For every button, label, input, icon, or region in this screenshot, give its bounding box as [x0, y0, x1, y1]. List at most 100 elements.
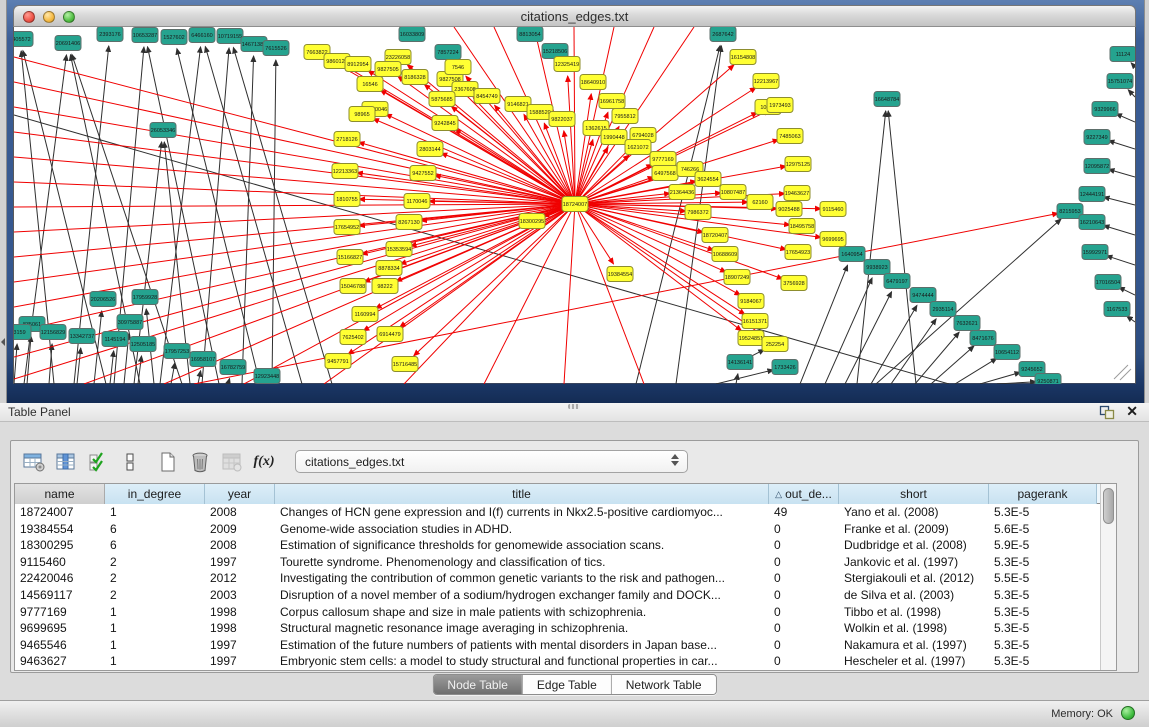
table-row[interactable]: 1938455462009Genome-wide association stu… [15, 521, 1116, 538]
graph-node[interactable]: 1167533 [1104, 302, 1130, 317]
graph-node[interactable]: 15046788 [340, 279, 366, 294]
graph-node[interactable]: 8813054 [517, 27, 543, 42]
graph-node[interactable]: 1527602 [161, 30, 187, 45]
graph-node[interactable]: 16648784 [874, 92, 900, 107]
graph-node[interactable]: 12156829 [40, 325, 66, 340]
graph-node[interactable]: 6466160 [189, 28, 215, 43]
graph-node[interactable]: 8454749 [474, 89, 500, 104]
graph-edge[interactable] [716, 370, 773, 384]
splitter-handle[interactable] [568, 404, 580, 409]
graph-node[interactable]: 1160994 [352, 307, 378, 322]
graph-node[interactable]: 98965 [349, 107, 375, 122]
table-row[interactable]: 946554611997Estimation of the future num… [15, 637, 1116, 654]
graph-node[interactable]: 1170046 [404, 194, 430, 209]
graph-node[interactable]: 7986372 [685, 205, 711, 220]
column-header-out_degree[interactable]: △out_de... [769, 484, 839, 504]
graph-node[interactable]: 7632621 [954, 316, 980, 331]
close-panel-icon[interactable]: ✕ [1126, 403, 1138, 420]
graph-node[interactable]: 14136141 [727, 355, 753, 370]
row-options-icon[interactable] [115, 447, 145, 477]
table-row[interactable]: 1830029562008Estimation of significance … [15, 537, 1116, 554]
graph-node[interactable]: 98222 [372, 279, 398, 294]
graph-edge-selected[interactable] [14, 204, 575, 232]
column-header-year[interactable]: year [205, 484, 275, 504]
resize-grip-icon[interactable] [1114, 365, 1128, 379]
graph-edge[interactable] [147, 47, 219, 384]
graph-edge-selected[interactable] [575, 204, 783, 279]
graph-node[interactable]: 9822037 [549, 112, 575, 127]
graph-node[interactable]: 16961758 [599, 94, 625, 109]
graph-node[interactable]: 10688609 [712, 247, 738, 262]
minimize-window-icon[interactable] [43, 11, 55, 23]
graph-node[interactable]: 18495758 [789, 219, 815, 234]
graph-edge[interactable] [228, 379, 230, 384]
graph-node[interactable]: 17959928 [132, 290, 158, 305]
column-header-title[interactable]: title [275, 484, 769, 504]
graph-node[interactable]: 7955812 [612, 109, 638, 124]
graph-node[interactable]: 10654112 [994, 345, 1020, 360]
graph-node[interactable]: 1733426 [772, 360, 798, 375]
table-row[interactable]: 1456911722003Disruption of a novel membe… [15, 587, 1116, 604]
graph-edge[interactable] [955, 358, 997, 384]
network-canvas[interactable]: 1872400718300295193845542405572206914062… [13, 27, 1136, 384]
graph-node[interactable]: 33159 [14, 325, 31, 340]
graph-node[interactable]: 9457791 [325, 354, 351, 369]
float-panel-icon[interactable] [1099, 405, 1115, 420]
graph-node[interactable]: 9777169 [650, 152, 676, 167]
graph-node[interactable]: 8878334 [376, 261, 402, 276]
graph-node[interactable]: 10807487 [720, 185, 746, 200]
graph-node[interactable]: 5875685 [429, 92, 455, 107]
graph-edge[interactable] [1108, 141, 1135, 149]
graph-hub-node[interactable]: 18724007 [562, 197, 588, 212]
graph-node[interactable]: 19384554 [607, 267, 633, 282]
graph-node[interactable]: 252254 [762, 337, 788, 352]
graph-edge-selected[interactable] [564, 204, 575, 384]
graph-node[interactable]: 1973493 [767, 98, 793, 113]
graph-node[interactable]: 8267130 [396, 215, 422, 230]
graph-node[interactable]: 62160 [747, 195, 773, 210]
select-all-rows-icon[interactable] [83, 447, 113, 477]
graph-node[interactable]: 15353594 [386, 242, 412, 257]
graph-node[interactable]: 19463627 [784, 186, 810, 201]
table-scrollbar[interactable] [1100, 484, 1116, 670]
graph-node[interactable]: 18640910 [580, 75, 606, 90]
graph-node[interactable]: 15992971 [1082, 245, 1108, 260]
function-builder-icon[interactable]: f(x) [249, 447, 279, 477]
graph-edge-selected[interactable] [14, 107, 575, 204]
graph-node[interactable]: 7857224 [435, 45, 461, 60]
graph-edge[interactable] [1106, 256, 1135, 265]
scrollbar-thumb[interactable] [1103, 488, 1114, 524]
graph-node[interactable]: 9427552 [410, 166, 436, 181]
graph-edge-selected[interactable] [575, 94, 591, 204]
graph-node[interactable]: 7625402 [340, 330, 366, 345]
graph-node[interactable]: 9025488 [776, 202, 802, 217]
delete-table-icon[interactable] [217, 447, 247, 477]
graph-edge[interactable] [888, 111, 916, 384]
graph-node[interactable]: 12444191 [1079, 187, 1105, 202]
graph-node[interactable]: 21364436 [669, 185, 695, 200]
graph-edge[interactable] [198, 371, 201, 384]
graph-node[interactable]: 9227349 [1084, 130, 1110, 145]
graph-edge[interactable] [997, 382, 1036, 384]
graph-edge[interactable] [871, 305, 917, 384]
column-header-name[interactable]: name [15, 484, 105, 504]
graph-node[interactable]: 1990448 [601, 130, 627, 145]
table-selector-dropdown[interactable]: citations_edges.txt [295, 450, 688, 473]
graph-node[interactable]: 26053346 [150, 123, 176, 138]
graph-node[interactable]: 16546 [357, 77, 383, 92]
graph-node[interactable]: 12505185 [130, 337, 156, 352]
graph-node[interactable]: 20206526 [90, 292, 116, 307]
graph-edge-selected[interactable] [400, 204, 575, 327]
graph-node[interactable]: 17654923 [785, 245, 811, 260]
panel-collapse-icon[interactable] [1, 338, 5, 346]
graph-edge-selected[interactable] [14, 204, 575, 207]
graph-edge[interactable] [205, 47, 302, 384]
new-column-icon[interactable] [153, 447, 183, 477]
table-row[interactable]: 911546021997Tourette syndrome. Phenomeno… [15, 554, 1116, 571]
graph-node[interactable]: 16154808 [730, 50, 756, 65]
memory-status-icon[interactable] [1121, 706, 1135, 720]
table-row[interactable]: 969969511998Structural magnetic resonanc… [15, 620, 1116, 637]
graph-node[interactable]: 12095872 [1084, 159, 1110, 174]
tab-network-table[interactable]: Network Table [611, 675, 716, 694]
graph-node[interactable]: 16210643 [1079, 215, 1105, 230]
